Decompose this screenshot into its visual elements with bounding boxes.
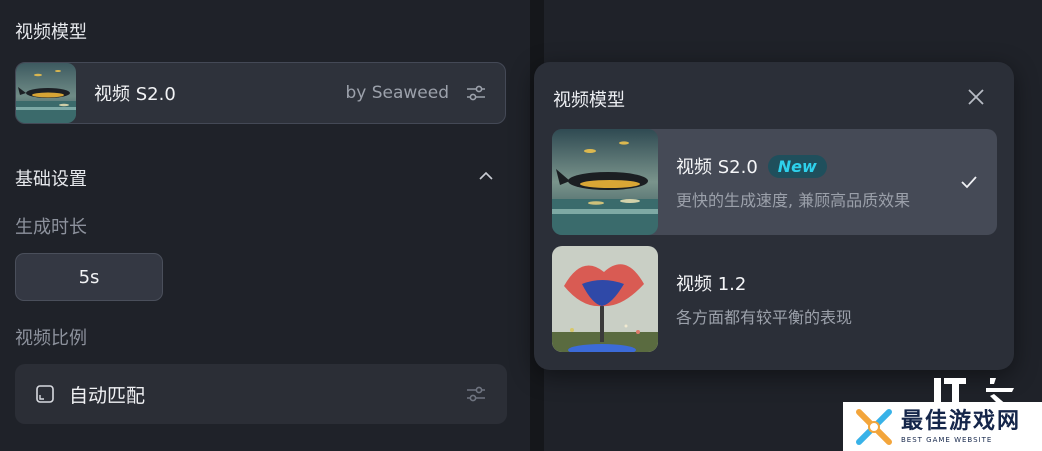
close-icon[interactable] [965,86,987,108]
model-name: 视频 S2.0 [94,84,176,105]
settings-panel: 视频模型 视频 S2.0 by Seaweed 基础设置 生成时长 5s 视频比… [0,0,530,451]
it-home-logo [934,378,1014,406]
watermark-subtitle: BEST GAME WEBSITE [901,435,993,444]
ratio-value: 自动匹配 [69,384,146,407]
popup-title: 视频模型 [553,90,625,111]
sliders-icon[interactable] [465,383,487,405]
option-description: 更快的生成速度, 兼顾高品质效果 [676,191,911,210]
ratio-label: 视频比例 [15,328,87,349]
model-option-1-2[interactable]: 视频 1.2 各方面都有较平衡的表现 [552,246,997,352]
duration-option-button[interactable]: 5s [15,253,163,301]
model-picker-popup: 视频模型 视频 S2.0 New 更快的生成速度, 兼顾高品质效果 视频 1.2… [534,62,1014,370]
model-selector-card[interactable]: 视频 S2.0 by Seaweed [15,62,506,124]
model-provider: by Seaweed [345,83,449,103]
watermark-title: 最佳游戏网 [901,408,1022,434]
option-title: 视频 1.2 [676,274,747,295]
sliders-icon[interactable] [465,82,487,104]
model-option-s2[interactable]: 视频 S2.0 New 更快的生成速度, 兼顾高品质效果 [552,129,997,235]
ratio-selector-card[interactable]: 自动匹配 [15,364,507,424]
model-thumbnail [16,63,76,123]
new-badge: New [767,154,827,178]
game-site-logo-icon [856,408,892,445]
duration-label: 生成时长 [15,217,87,238]
model-thumbnail [552,246,658,352]
check-icon [961,176,977,189]
model-thumbnail [552,129,658,235]
option-title: 视频 S2.0 [676,157,758,178]
game-site-watermark: 最佳游戏网 BEST GAME WEBSITE [843,402,1042,451]
basic-settings-heading: 基础设置 [15,169,87,190]
chevron-up-icon[interactable] [476,166,496,186]
aspect-ratio-icon [36,385,54,403]
video-model-heading: 视频模型 [15,22,87,43]
option-description: 各方面都有较平衡的表现 [676,308,853,327]
